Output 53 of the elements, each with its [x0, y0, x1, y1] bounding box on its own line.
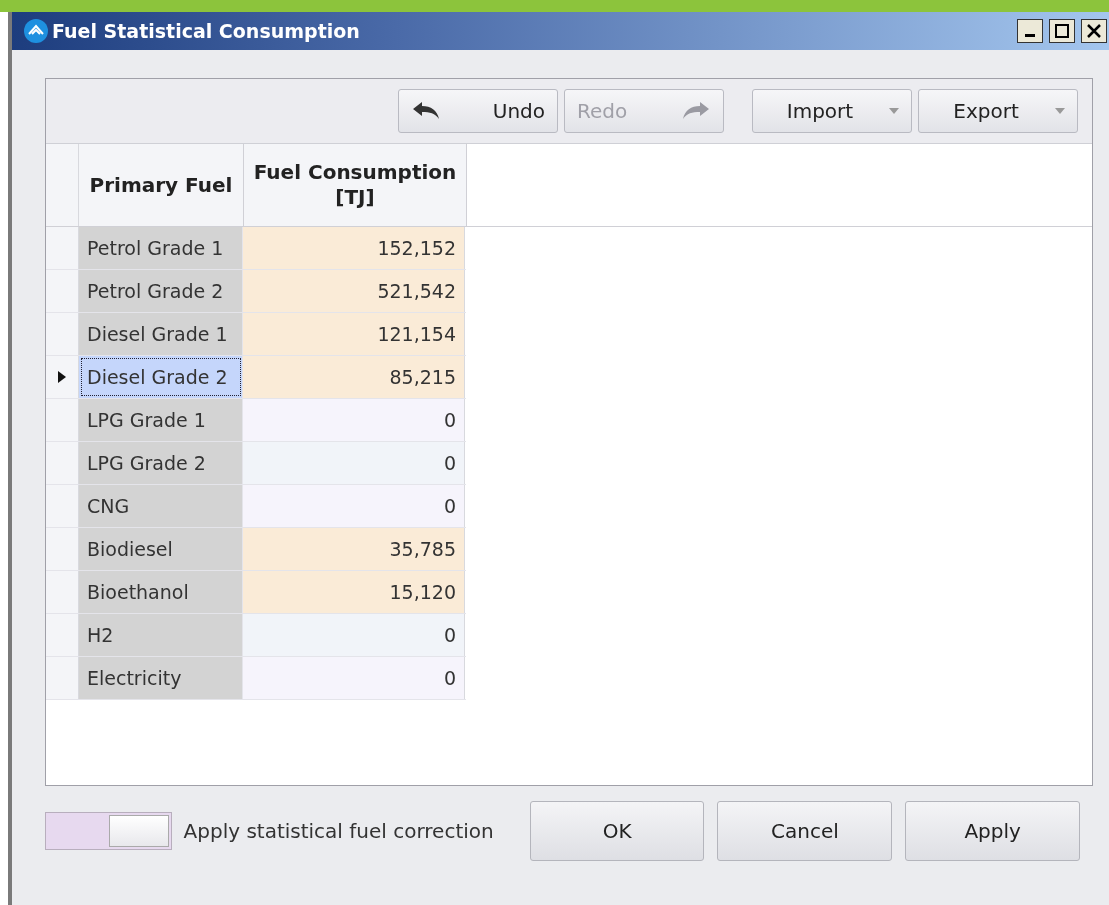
row-indicator-cell[interactable] [46, 571, 79, 613]
close-icon [1087, 24, 1101, 38]
maximize-icon [1055, 24, 1069, 38]
minimize-button[interactable] [1017, 19, 1043, 43]
table-cell[interactable]: 0 [243, 614, 465, 656]
table-cell[interactable]: Diesel Grade 2 [79, 356, 243, 398]
table-cell[interactable]: H2 [79, 614, 243, 656]
table-cell[interactable]: Biodiesel [79, 528, 243, 570]
table-cell[interactable]: 35,785 [243, 528, 465, 570]
table-cell[interactable]: 85,215 [243, 356, 465, 398]
caret-icon [1055, 108, 1065, 114]
dialog-button[interactable]: OK [529, 801, 705, 861]
table-cell[interactable]: Petrol Grade 2 [79, 270, 243, 312]
table-cell[interactable]: 121,154 [243, 313, 465, 355]
table-cell[interactable]: LPG Grade 1 [79, 399, 243, 441]
table-cell[interactable]: 0 [243, 657, 465, 699]
window-title: Fuel Statistical Consumption [52, 20, 361, 42]
row-indicator-cell[interactable] [46, 657, 79, 699]
toggle-label: Apply statistical fuel correction [183, 819, 494, 843]
close-button[interactable] [1081, 19, 1107, 43]
table-cell[interactable]: Electricity [79, 657, 243, 699]
dropdown-button[interactable]: Export [918, 89, 1078, 133]
table-cell[interactable]: LPG Grade 2 [79, 442, 243, 484]
dialog-button[interactable]: Apply [905, 801, 1080, 861]
table-cell[interactable]: 152,152 [243, 227, 465, 269]
caret-icon [889, 108, 899, 114]
table-cell[interactable]: 0 [243, 442, 465, 484]
table-cell[interactable]: Diesel Grade 1 [79, 313, 243, 355]
row-indicator-cell[interactable] [46, 227, 79, 269]
table-cell[interactable]: Petrol Grade 1 [79, 227, 243, 269]
toggle-switch[interactable] [45, 812, 172, 850]
undo-button[interactable]: Undo [398, 89, 558, 133]
row-indicator-cell[interactable] [46, 614, 79, 656]
dropdown-button[interactable]: Import [752, 89, 912, 133]
row-indicator-cell[interactable] [46, 485, 79, 527]
row-indicator-cell[interactable] [46, 399, 79, 441]
dialog-button[interactable]: Cancel [717, 801, 893, 861]
table-cell[interactable]: 521,542 [243, 270, 465, 312]
row-indicator-cell[interactable] [46, 356, 79, 398]
table-cell[interactable]: CNG [79, 485, 243, 527]
minimize-icon [1025, 33, 1035, 37]
column-header[interactable]: Primary Fuel [79, 144, 244, 226]
table-cell[interactable]: Bioethanol [79, 571, 243, 613]
row-indicator-cell[interactable] [46, 313, 79, 355]
table-cell[interactable]: 0 [243, 485, 465, 527]
table-cell[interactable]: 0 [243, 399, 465, 441]
row-indicator-cell[interactable] [46, 270, 79, 312]
table-cell[interactable]: 15,120 [243, 571, 465, 613]
row-indicator-cell[interactable] [46, 528, 79, 570]
maximize-button[interactable] [1049, 19, 1075, 43]
app-logo-icon [24, 19, 48, 43]
row-indicator-cell[interactable] [46, 442, 79, 484]
column-header[interactable]: Fuel Consumption [TJ] [244, 144, 467, 226]
